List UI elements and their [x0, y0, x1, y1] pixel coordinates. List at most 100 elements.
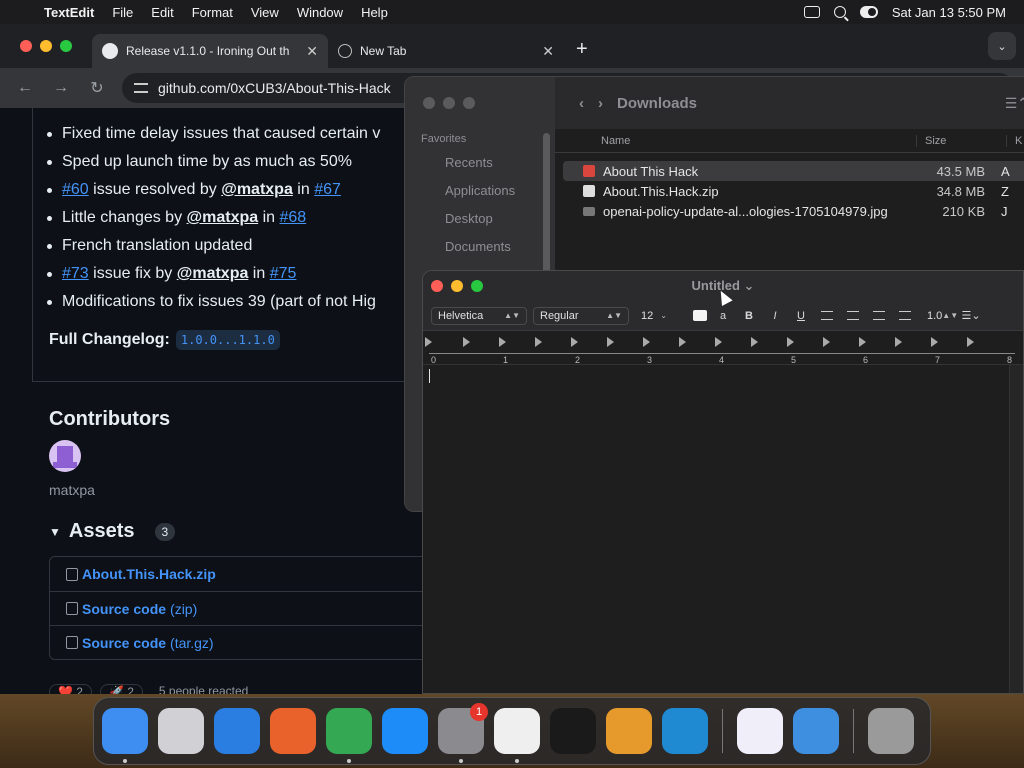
- underline-button[interactable]: U: [791, 310, 811, 322]
- terminal-icon[interactable]: [550, 708, 596, 754]
- changelog-compare-link[interactable]: 1.0.0...1.1.0: [175, 330, 280, 350]
- tab-stop-icon[interactable]: [535, 337, 542, 347]
- textedit-icon[interactable]: [494, 708, 540, 763]
- trash-icon[interactable]: [868, 708, 914, 754]
- menu-help[interactable]: Help: [352, 5, 397, 20]
- menu-window[interactable]: Window: [288, 5, 352, 20]
- ruler[interactable]: 0 1 2 3 4 5 6 7 8: [423, 331, 1023, 365]
- back-button[interactable]: ←: [14, 79, 36, 97]
- weather-icon[interactable]: [793, 708, 839, 754]
- vscode-icon[interactable]: [662, 708, 708, 754]
- screen-mirroring-icon[interactable]: [803, 6, 820, 18]
- tab-stop-icon[interactable]: [859, 337, 866, 347]
- app-store-icon[interactable]: [382, 708, 428, 754]
- safari-icon[interactable]: [214, 708, 260, 754]
- tab-stop-icon[interactable]: [499, 337, 506, 347]
- file-row[interactable]: openai-policy-update-al...ologies-170510…: [563, 201, 1024, 221]
- sidebar-scrollbar[interactable]: [543, 133, 550, 283]
- file-row[interactable]: About.This.Hack.zip 34.8 MB Z: [563, 181, 1024, 201]
- column-kind[interactable]: K: [1007, 135, 1022, 147]
- tab-stop-icon[interactable]: [715, 337, 722, 347]
- close-window-button[interactable]: [423, 97, 435, 109]
- tab-release[interactable]: Release v1.1.0 - Ironing Out th ✕: [92, 34, 328, 68]
- tab-search-chevron-icon[interactable]: ⌄: [988, 32, 1016, 60]
- tab-stop-icon[interactable]: [643, 337, 650, 347]
- list-view-icon[interactable]: ☰⌃: [1005, 95, 1024, 112]
- tab-stop-icon[interactable]: [895, 337, 902, 347]
- forward-chevron-icon[interactable]: ›: [598, 95, 603, 112]
- assets-heading[interactable]: ▼ Assets 3: [49, 520, 176, 543]
- menu-app-name[interactable]: TextEdit: [40, 5, 103, 20]
- menu-format[interactable]: Format: [183, 5, 242, 20]
- file-row[interactable]: About This Hack 43.5 MB A: [563, 161, 1024, 181]
- avatar[interactable]: [49, 440, 81, 472]
- pr-link[interactable]: #75: [270, 265, 297, 282]
- control-center-icon[interactable]: [859, 6, 878, 18]
- issue-link[interactable]: #73: [62, 265, 89, 282]
- align-right-icon[interactable]: [873, 311, 885, 320]
- document-text-area[interactable]: [423, 365, 1009, 693]
- issue-link[interactable]: #60: [62, 181, 89, 198]
- tab-stop-icon[interactable]: [679, 337, 686, 347]
- spotlight-search-icon[interactable]: [833, 6, 846, 18]
- launchpad-icon[interactable]: [158, 708, 204, 754]
- align-left-icon[interactable]: [821, 311, 833, 320]
- tab-stop-icon[interactable]: [571, 337, 578, 347]
- contributor-name[interactable]: matxpa: [49, 482, 95, 498]
- line-spacing-select[interactable]: 1.0 ▲▼: [921, 307, 958, 325]
- background-color-icon[interactable]: a: [713, 310, 733, 322]
- tab-stop-icon[interactable]: [967, 337, 974, 347]
- back-chevron-icon[interactable]: ‹: [579, 95, 584, 112]
- chrome-icon[interactable]: [326, 708, 372, 763]
- font-size-select[interactable]: 12 ⌄: [635, 307, 673, 325]
- menu-edit[interactable]: Edit: [142, 5, 182, 20]
- sidebar-item-documents[interactable]: Documents: [445, 239, 511, 254]
- close-window-button[interactable]: [20, 40, 32, 52]
- menu-file[interactable]: File: [103, 5, 142, 20]
- reload-button[interactable]: ↻: [86, 78, 108, 98]
- settings-icon[interactable]: 1: [438, 703, 488, 763]
- align-center-icon[interactable]: [847, 311, 859, 320]
- font-family-select[interactable]: Helvetica ▲▼: [431, 306, 527, 325]
- minimize-window-button[interactable]: [40, 40, 52, 52]
- garageband-icon[interactable]: [606, 708, 652, 754]
- menu-view[interactable]: View: [242, 5, 288, 20]
- visual-studio-icon[interactable]: [737, 708, 783, 754]
- bold-button[interactable]: B: [739, 310, 759, 322]
- tab-stop-icon[interactable]: [425, 337, 432, 347]
- heart-reaction[interactable]: ❤️ 2: [49, 684, 92, 694]
- tab-close-icon[interactable]: ✕: [306, 43, 318, 60]
- zoom-window-button[interactable]: [60, 40, 72, 52]
- asset-row-source-zip[interactable]: Source code (zip): [50, 591, 428, 625]
- document-scrollbar[interactable]: [1009, 365, 1023, 693]
- sidebar-item-desktop[interactable]: Desktop: [445, 211, 493, 226]
- tab-stop-icon[interactable]: [823, 337, 830, 347]
- sidebar-item-applications[interactable]: Applications: [445, 183, 515, 198]
- forward-button[interactable]: →: [50, 79, 72, 97]
- align-justify-icon[interactable]: [899, 311, 911, 320]
- user-mention-link[interactable]: @matxpa: [187, 209, 259, 226]
- pr-link[interactable]: #67: [314, 181, 341, 198]
- tab-new-tab[interactable]: New Tab ✕: [328, 34, 564, 68]
- italic-button[interactable]: I: [765, 310, 785, 322]
- asset-row-source-targz[interactable]: Source code (tar.gz): [50, 625, 428, 659]
- user-mention-link[interactable]: @matxpa: [221, 181, 293, 198]
- column-size[interactable]: Size: [917, 134, 1007, 147]
- list-bullets-icon[interactable]: ☰⌄: [961, 309, 981, 322]
- site-info-icon[interactable]: [134, 83, 148, 93]
- finder-icon[interactable]: [102, 708, 148, 763]
- pr-link[interactable]: #68: [280, 209, 307, 226]
- column-name[interactable]: Name: [555, 134, 917, 147]
- minimize-window-button[interactable]: [443, 97, 455, 109]
- text-color-well[interactable]: [693, 310, 707, 321]
- tab-stop-icon[interactable]: [463, 337, 470, 347]
- font-style-select[interactable]: Regular ▲▼: [533, 306, 629, 325]
- tab-stop-icon[interactable]: [751, 337, 758, 347]
- sidebar-item-recents[interactable]: Recents: [445, 155, 493, 170]
- tab-stop-icon[interactable]: [787, 337, 794, 347]
- tab-stop-icon[interactable]: [607, 337, 614, 347]
- menu-clock[interactable]: Sat Jan 13 5:50 PM: [892, 5, 1006, 20]
- tab-stop-icon[interactable]: [931, 337, 938, 347]
- user-mention-link[interactable]: @matxpa: [177, 265, 249, 282]
- zoom-window-button[interactable]: [463, 97, 475, 109]
